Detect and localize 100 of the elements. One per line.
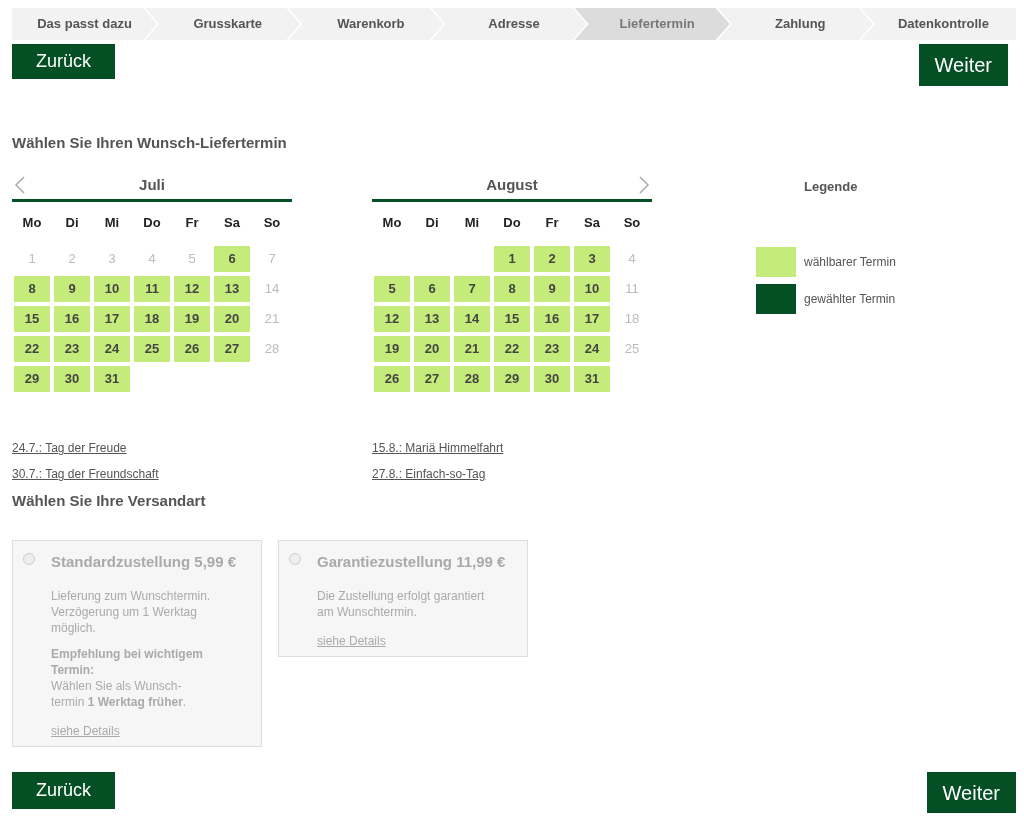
- calendar-day[interactable]: 22: [494, 336, 530, 362]
- calendar-day[interactable]: 27: [414, 366, 450, 392]
- calendar-day[interactable]: 12: [374, 306, 410, 332]
- step-tab[interactable]: Grusskarte: [145, 8, 301, 40]
- calendar-day: 2: [54, 246, 90, 272]
- calendar-day[interactable]: 24: [574, 336, 610, 362]
- calendar-day: 18: [614, 306, 650, 332]
- calendar-day[interactable]: 29: [494, 366, 530, 392]
- calendar-day[interactable]: 29: [14, 366, 50, 392]
- calendar-day: 3: [94, 246, 130, 272]
- calendar-day: 25: [614, 336, 650, 362]
- calendar-day[interactable]: 31: [94, 366, 130, 392]
- calendar-day[interactable]: 30: [54, 366, 90, 392]
- calendar-day[interactable]: 19: [174, 306, 210, 332]
- calendar-day[interactable]: 19: [374, 336, 410, 362]
- weekday-label: Do: [142, 214, 162, 232]
- calendar-day[interactable]: 12: [174, 276, 210, 302]
- calendar-day[interactable]: 22: [14, 336, 50, 362]
- calendar-day[interactable]: 26: [374, 366, 410, 392]
- calendar-day: 21: [254, 306, 290, 332]
- weekday-label: Di: [64, 214, 80, 232]
- option-title: Standardzustellung 5,99 €: [51, 552, 237, 572]
- calendar-day[interactable]: 18: [134, 306, 170, 332]
- step-tab[interactable]: Datenkontrolle: [860, 8, 1016, 40]
- calendar-day[interactable]: 13: [414, 306, 450, 332]
- calendar-day[interactable]: 20: [214, 306, 250, 332]
- calendar-day[interactable]: 2: [534, 246, 570, 272]
- legend-title: Legende: [804, 178, 859, 196]
- calendar-day[interactable]: 3: [574, 246, 610, 272]
- holiday-link[interactable]: 15.8.: Mariä Himmelfahrt: [372, 439, 504, 457]
- holiday-link[interactable]: 30.7.: Tag der Freundschaft: [12, 465, 159, 483]
- calendar-day: 1: [14, 246, 50, 272]
- calendar-day[interactable]: 8: [494, 276, 530, 302]
- calendar-day[interactable]: 7: [454, 276, 490, 302]
- calendar-day[interactable]: 23: [534, 336, 570, 362]
- calendar-day: 4: [614, 246, 650, 272]
- month-title: Juli: [139, 175, 165, 196]
- step-tab[interactable]: Adresse: [431, 8, 587, 40]
- calendar-day[interactable]: 24: [94, 336, 130, 362]
- calendar-day[interactable]: 15: [14, 306, 50, 332]
- weekday-label: So: [622, 214, 642, 232]
- option-description: Lieferung zum Wunschtermin. Verzögerung um 1 Werktag möglich.: [51, 587, 212, 636]
- calendar-day[interactable]: 20: [414, 336, 450, 362]
- back-button[interactable]: Zurück: [12, 44, 115, 79]
- step-tab[interactable]: Warenkorb: [288, 8, 444, 40]
- weekday-label: Mo: [21, 214, 43, 232]
- calendar-day[interactable]: 25: [134, 336, 170, 362]
- calendar-day[interactable]: 10: [94, 276, 130, 302]
- calendar-day[interactable]: 16: [54, 306, 90, 332]
- weekday-label: Fr: [544, 214, 560, 232]
- calendar-day[interactable]: 23: [54, 336, 90, 362]
- calendar-day[interactable]: 17: [94, 306, 130, 332]
- calendar-day: 28: [254, 336, 290, 362]
- calendar-day: 11: [614, 276, 650, 302]
- weekday-label: Di: [424, 214, 440, 232]
- holiday-link[interactable]: 27.8.: Einfach-so-Tag: [372, 465, 486, 483]
- next-button[interactable]: Weiter: [918, 44, 1008, 86]
- back-button[interactable]: Zurück: [12, 772, 115, 809]
- weekday-label: Do: [502, 214, 522, 232]
- calendar-day: 4: [134, 246, 170, 272]
- weekday-label: Fr: [184, 214, 200, 232]
- legend-label: gewählter Termin: [804, 290, 896, 308]
- calendar-day[interactable]: 13: [214, 276, 250, 302]
- calendar-day[interactable]: 6: [214, 246, 250, 272]
- previous-month-icon[interactable]: [14, 176, 26, 194]
- calendar-day[interactable]: 6: [414, 276, 450, 302]
- weekday-label: Mi: [463, 214, 481, 232]
- step-tab[interactable]: Zahlung: [717, 8, 873, 40]
- holiday-link[interactable]: 24.7.: Tag der Freude: [12, 439, 127, 457]
- calendar-day[interactable]: 5: [374, 276, 410, 302]
- calendar-day[interactable]: 27: [214, 336, 250, 362]
- section-heading: Wählen Sie Ihren Wunsch-Liefertermin: [12, 134, 288, 152]
- calendar-day[interactable]: 9: [54, 276, 90, 302]
- calendar-day[interactable]: 17: [574, 306, 610, 332]
- calendar-day: 14: [254, 276, 290, 302]
- note-title: Empfehlung bei wichtigem Termin:: [51, 645, 204, 678]
- calendar-day[interactable]: 11: [134, 276, 170, 302]
- option-description: Die Zustellung erfolgt garantiert am Wunschtermin.: [317, 587, 486, 620]
- weekday-label: Sa: [223, 214, 241, 232]
- calendar-day[interactable]: 8: [14, 276, 50, 302]
- weekday-label: Sa: [583, 214, 601, 232]
- weekday-label: So: [262, 214, 282, 232]
- next-button[interactable]: Weiter: [926, 772, 1016, 813]
- next-month-icon[interactable]: [638, 176, 650, 194]
- calendar-day[interactable]: 14: [454, 306, 490, 332]
- calendar-day[interactable]: 30: [534, 366, 570, 392]
- legend-label: wählbarer Termin: [804, 253, 896, 271]
- month-title: August: [486, 175, 538, 196]
- calendar-day[interactable]: 10: [574, 276, 610, 302]
- calendar-day[interactable]: 26: [174, 336, 210, 362]
- calendar-day[interactable]: 15: [494, 306, 530, 332]
- calendar-day[interactable]: 9: [534, 276, 570, 302]
- calendar-day[interactable]: 1: [494, 246, 530, 272]
- calendar-day: 7: [254, 246, 290, 272]
- calendar-day[interactable]: 28: [454, 366, 490, 392]
- calendar-day[interactable]: 16: [534, 306, 570, 332]
- step-tab[interactable]: Das passt dazu: [12, 8, 158, 40]
- calendar-day[interactable]: 31: [574, 366, 610, 392]
- weekday-label: Mi: [103, 214, 121, 232]
- calendar-day[interactable]: 21: [454, 336, 490, 362]
